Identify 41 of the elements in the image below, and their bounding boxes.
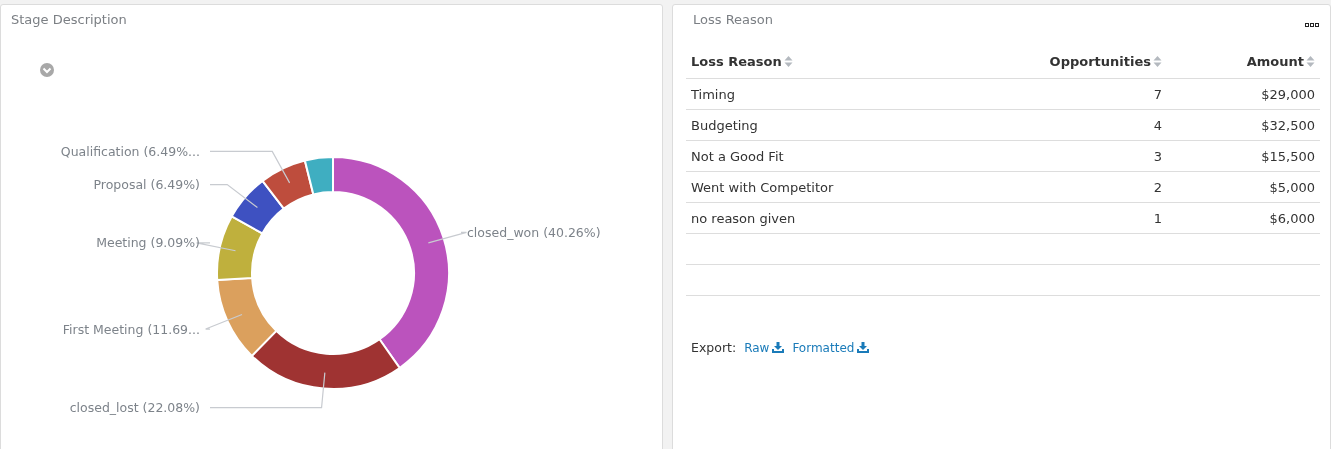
donut-slice[interactable] <box>332 156 450 369</box>
slice-label: Qualification (6.49%... <box>60 143 200 159</box>
panel-title: Stage Description <box>10 11 128 29</box>
export-link[interactable]: Formatted <box>792 340 870 355</box>
more-icon[interactable] <box>1305 23 1320 28</box>
table-cell: Not a Good Fit <box>691 148 784 164</box>
table-cell: 2 <box>1153 179 1162 195</box>
donut-slice[interactable] <box>216 215 264 282</box>
donut-slice[interactable] <box>261 159 315 210</box>
table-cell: no reason given <box>691 210 796 226</box>
table-cell: Budgeting <box>691 117 758 133</box>
download-icon[interactable] <box>857 342 870 353</box>
table-cell: $5,000 <box>1269 179 1315 195</box>
table-cell: $29,000 <box>1261 86 1315 102</box>
slice-label: closed_lost (22.08%) <box>69 400 200 416</box>
donut-slice[interactable] <box>250 329 401 390</box>
slice-label: Meeting (9.09%) <box>96 235 200 251</box>
export-label: Export: <box>691 340 737 355</box>
leader-line <box>427 231 468 244</box>
table-cell: Went with Competitor <box>691 179 834 195</box>
donut-slice[interactable] <box>230 179 285 235</box>
export-link[interactable]: Raw <box>744 340 785 355</box>
table-cell: 3 <box>1153 148 1162 164</box>
donut-slice[interactable] <box>303 156 334 196</box>
column-header[interactable]: Loss Reason <box>691 54 793 69</box>
column-header[interactable]: Amount <box>1246 54 1315 69</box>
table-cell: Timing <box>691 86 735 102</box>
download-icon[interactable] <box>772 342 785 353</box>
table-cell: $15,500 <box>1261 148 1315 164</box>
table-cell: $6,000 <box>1269 210 1315 226</box>
leader-line <box>205 313 243 330</box>
slice-label: Proposal (6.49%) <box>93 177 200 193</box>
column-header[interactable]: Opportunities <box>1049 54 1162 69</box>
donut-slice[interactable] <box>216 276 278 357</box>
table-cell: 7 <box>1153 86 1162 102</box>
table-cell: 1 <box>1153 210 1162 226</box>
slice-label: First Meeting (11.69... <box>62 321 200 337</box>
table-cell: $32,500 <box>1261 117 1315 133</box>
panel-title: Loss Reason <box>692 11 774 29</box>
table-cell: 4 <box>1153 117 1162 133</box>
slice-label: closed_won (40.26%) <box>467 224 601 240</box>
